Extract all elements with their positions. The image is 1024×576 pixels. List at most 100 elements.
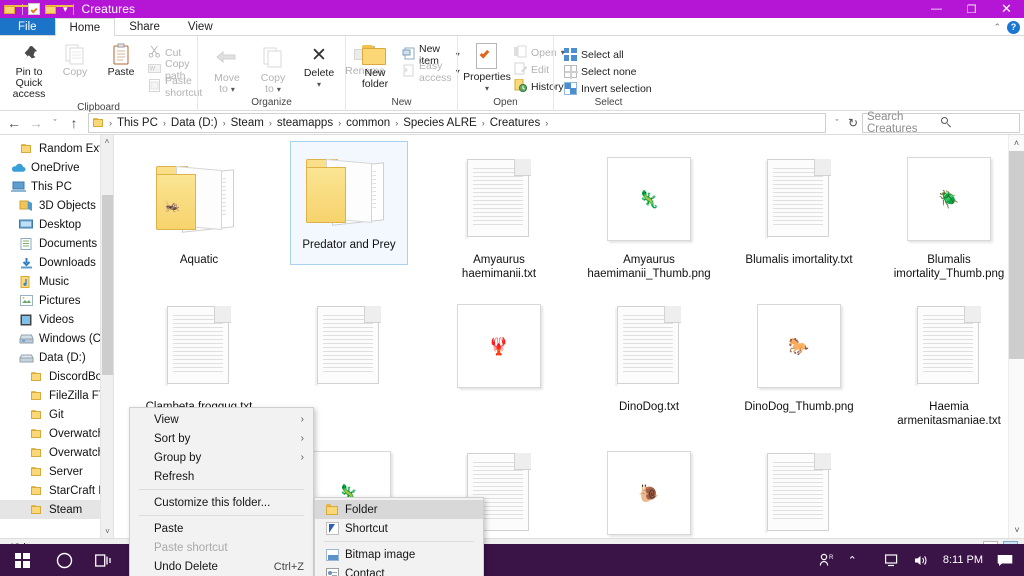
tab-file[interactable]: File — [0, 18, 55, 35]
copy-button[interactable]: Copy — [52, 41, 98, 80]
network-icon[interactable] — [878, 544, 907, 576]
file-item-amyaurus-txt[interactable]: Amyaurus haemimanii.txt — [424, 141, 574, 288]
nav-pane-scrollbar[interactable]: ˄ ˅ — [100, 135, 113, 538]
refresh-button[interactable]: ↻ — [844, 113, 862, 133]
close-button[interactable]: ✕ — [989, 0, 1024, 18]
tab-home[interactable]: Home — [55, 18, 116, 36]
pin-to-quick-access-button[interactable]: Pin to Quickaccess — [6, 41, 52, 102]
submenu-item-contact[interactable]: Contact — [315, 564, 483, 576]
file-item-hidden-png-1[interactable]: 🦞 — [424, 288, 574, 435]
tab-view[interactable]: View — [174, 18, 227, 35]
file-item-amyaurus-thumb-png[interactable]: 🦎 Amyaurus haemimanii_Thumb.png — [574, 141, 724, 288]
scroll-down-icon[interactable]: ˅ — [1009, 522, 1024, 538]
select-none-button[interactable]: Select none — [560, 63, 656, 80]
sidebar-item-overwatch-test[interactable]: Overwatch Test — [0, 443, 113, 462]
maximize-button[interactable]: ❐ — [954, 0, 989, 18]
sidebar-item-downloads[interactable]: Downloads — [0, 253, 113, 272]
start-button[interactable] — [0, 544, 44, 576]
volume-icon[interactable] — [907, 544, 936, 576]
properties-button[interactable]: Properties▾ — [464, 41, 510, 96]
paste-button[interactable]: Paste — [98, 41, 144, 80]
sidebar-item-starcraft-ii[interactable]: StarCraft II — [0, 481, 113, 500]
file-item-dinodog-txt[interactable]: DinoDog.txt — [574, 288, 724, 435]
menu-item-sort-by[interactable]: Sort by› — [130, 429, 313, 448]
new-submenu[interactable]: Folder Shortcut Bitmap image Contact Win… — [314, 497, 484, 576]
menu-item-undo-delete[interactable]: Undo DeleteCtrl+Z — [130, 557, 313, 576]
sidebar-item-discordbot[interactable]: DiscordBot — [0, 367, 113, 386]
menu-item-customize-this-folder[interactable]: Customize this folder... — [130, 493, 313, 512]
sidebar-item-pictures[interactable]: Pictures — [0, 291, 113, 310]
menu-item-view[interactable]: View› — [130, 410, 313, 429]
scroll-up-icon[interactable]: ˄ — [1009, 135, 1024, 151]
sidebar-item-steam[interactable]: Steam — [0, 500, 113, 519]
minimize-button[interactable]: — — [919, 0, 954, 18]
breadcrumb-item-this-pc[interactable]: This PC — [114, 117, 161, 129]
notification-icon[interactable] — [990, 544, 1020, 576]
file-item-dinodog-thumb-png[interactable]: 🐎 DinoDog_Thumb.png — [724, 288, 874, 435]
sidebar-item-music[interactable]: Music — [0, 272, 113, 291]
people-icon[interactable]: R — [812, 544, 841, 576]
menu-item-group-by[interactable]: Group by› — [130, 448, 313, 467]
file-item-row3-txt-2[interactable] — [724, 435, 874, 538]
file-item-haemia-txt[interactable]: Haemia armenitasmaniae.txt — [874, 288, 1024, 435]
sidebar-item-3d-objects[interactable]: 3D Objects — [0, 196, 113, 215]
file-item-blumalis-txt[interactable]: Blumalis imortality.txt — [724, 141, 874, 288]
breadcrumb-item-steamapps[interactable]: steamapps — [274, 117, 336, 129]
new-folder-button[interactable]: Newfolder — [352, 43, 398, 92]
properties-check-icon[interactable] — [28, 3, 40, 15]
breadcrumb[interactable]: › This PC › Data (D:) › Steam › steamapp… — [88, 113, 826, 133]
sidebar-item-server[interactable]: Server — [0, 462, 113, 481]
scroll-down-icon[interactable]: ˅ — [101, 525, 113, 538]
select-all-icon — [564, 48, 577, 61]
folder-icon[interactable] — [4, 4, 17, 15]
sidebar-item-onedrive[interactable]: OneDrive — [0, 158, 113, 177]
folder-icon[interactable] — [45, 4, 58, 15]
show-hidden-icons-button[interactable]: ⌃ — [841, 544, 864, 576]
file-item-blumalis-thumb-png[interactable]: 🪲 Blumalis imortality_Thumb.png — [874, 141, 1024, 288]
menu-item-paste[interactable]: Paste — [130, 519, 313, 538]
task-view-button[interactable] — [84, 544, 124, 576]
copy-to-button[interactable]: Copyto ▾ — [250, 44, 296, 97]
file-item-row3-png-2[interactable]: 🐌 — [574, 435, 724, 538]
cortana-search-button[interactable] — [44, 544, 84, 576]
sidebar-item-documents[interactable]: Documents — [0, 234, 113, 253]
breadcrumb-item-steam[interactable]: Steam — [228, 117, 267, 129]
file-list-scrollbar[interactable]: ˄ ˅ — [1008, 135, 1024, 538]
sidebar-item-desktop[interactable]: Desktop — [0, 215, 113, 234]
sidebar-item-data-d[interactable]: Data (D:) — [0, 348, 113, 367]
sidebar-item-videos[interactable]: Videos — [0, 310, 113, 329]
file-item-aquatic[interactable]: 🦗 Aquatic — [124, 141, 274, 288]
context-menu[interactable]: View› Sort by› Group by› Refresh Customi… — [129, 407, 314, 576]
collapse-ribbon-icon[interactable]: ⌃ — [993, 22, 1001, 33]
help-icon[interactable]: ? — [1007, 21, 1020, 34]
submenu-item-folder[interactable]: Folder — [315, 500, 483, 519]
text-document-icon — [167, 306, 231, 386]
breadcrumb-item-data-d[interactable]: Data (D:) — [168, 117, 221, 129]
address-dropdown-button[interactable]: ˇ — [830, 113, 844, 133]
invert-selection-button[interactable]: Invert selection — [560, 80, 656, 97]
submenu-item-bitmap-image[interactable]: Bitmap image — [315, 545, 483, 564]
clock[interactable]: 8:11 PM — [936, 544, 990, 576]
tab-share[interactable]: Share — [115, 18, 174, 35]
search-input[interactable]: Search Creatures — [862, 113, 1020, 133]
breadcrumb-item-creatures[interactable]: Creatures — [487, 117, 544, 129]
delete-button[interactable]: ✕ Delete▾ — [296, 44, 342, 92]
breadcrumb-item-common[interactable]: common — [343, 117, 393, 129]
breadcrumb-item-species-alre[interactable]: Species ALRE — [400, 117, 480, 129]
sidebar-item-filezilla[interactable]: FileZilla FTP Clie — [0, 386, 113, 405]
file-item-predator-and-prey[interactable]: Predator and Prey — [290, 141, 408, 265]
easy-access-button[interactable]: Easy access ▾ — [398, 63, 464, 80]
submenu-item-shortcut[interactable]: Shortcut — [315, 519, 483, 538]
onedrive-icon[interactable] — [864, 544, 878, 576]
select-all-button[interactable]: Select all — [560, 46, 656, 63]
sidebar-item-this-pc[interactable]: This PC — [0, 177, 113, 196]
scrollbar-thumb[interactable] — [102, 195, 113, 375]
scroll-up-icon[interactable]: ˄ — [101, 135, 113, 148]
menu-item-refresh[interactable]: Refresh — [130, 467, 313, 486]
sidebar-item-overwatch[interactable]: Overwatch — [0, 424, 113, 443]
move-to-button[interactable]: Moveto ▾ — [204, 44, 250, 97]
scrollbar-thumb[interactable] — [1009, 151, 1024, 359]
sidebar-item-windows-c[interactable]: Windows (C:) — [0, 329, 113, 348]
sidebar-item-git[interactable]: Git — [0, 405, 113, 424]
sidebar-item-random-extra[interactable]: Random Extra — [0, 139, 113, 158]
